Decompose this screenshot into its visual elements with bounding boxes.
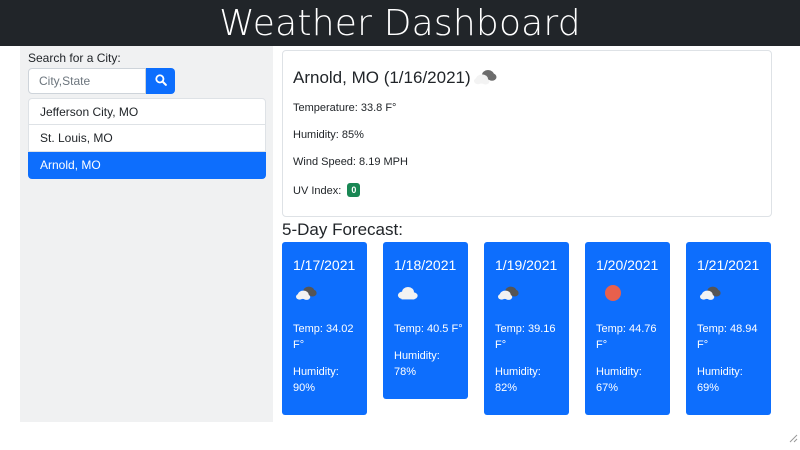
search-label: Search for a City: <box>28 51 121 65</box>
forecast-date: 1/17/2021 <box>293 257 356 273</box>
city-history-item-active[interactable]: Arnold, MO <box>28 152 266 179</box>
forecast-temp: Temp: 44.76 F° <box>596 323 657 351</box>
forecast-humidity: Humidity: 69% <box>697 366 743 394</box>
app-header: Weather Dashboard <box>0 0 800 46</box>
resize-grip-icon[interactable] <box>788 430 798 448</box>
search-button[interactable] <box>146 68 175 94</box>
forecast-humidity: Humidity: 67% <box>596 366 642 394</box>
city-search-input[interactable] <box>28 68 146 94</box>
current-uv-row: UV Index: 0 <box>293 183 361 197</box>
forecast-humidity: Humidity: 90% <box>293 366 339 394</box>
forecast-date: 1/18/2021 <box>394 257 457 273</box>
current-temperature: Temperature: 33.8 F° <box>293 102 397 114</box>
forecast-heading: 5-Day Forecast: <box>282 220 403 239</box>
city-history-item[interactable]: St. Louis, MO <box>28 125 266 152</box>
forecast-card: 1/17/2021 Temp: 34.02 F° Humidity: 90% <box>282 242 367 415</box>
sun-icon <box>603 283 623 308</box>
forecast-card: 1/19/2021 Temp: 39.16 F° Humidity: 82% <box>484 242 569 415</box>
broken-clouds-icon <box>495 282 523 309</box>
forecast-date: 1/19/2021 <box>495 257 558 273</box>
forecast-temp: Temp: 40.5 F° <box>394 323 463 335</box>
current-humidity: Humidity: 85% <box>293 129 364 141</box>
page-title: Weather Dashboard <box>219 2 581 44</box>
city-history-item[interactable]: Jefferson City, MO <box>28 98 266 125</box>
forecast-date: 1/21/2021 <box>697 257 760 273</box>
forecast-card: 1/21/2021 Temp: 48.94 F° Humidity: 69% <box>686 242 771 415</box>
cloud-icon <box>394 282 422 309</box>
city-history-list: Jefferson City, MO St. Louis, MO Arnold,… <box>28 98 266 179</box>
current-wind-speed: Wind Speed: 8.19 MPH <box>293 156 408 168</box>
forecast-temp: Temp: 34.02 F° <box>293 323 354 351</box>
forecast-temp: Temp: 39.16 F° <box>495 323 556 351</box>
search-icon <box>154 73 167 89</box>
forecast-temp: Temp: 48.94 F° <box>697 323 758 351</box>
forecast-humidity: Humidity: 82% <box>495 366 541 394</box>
sidebar: Search for a City: Jefferson City, MO St… <box>20 46 273 422</box>
uv-index-label: UV Index: <box>293 185 342 197</box>
forecast-humidity: Humidity: 78% <box>394 350 440 378</box>
uv-index-badge: 0 <box>347 183 361 197</box>
broken-clouds-icon <box>293 282 321 309</box>
current-city-title: Arnold, MO (1/16/2021) <box>293 68 471 87</box>
current-weather-card: Arnold, MO (1/16/2021) Temperature: 33.8… <box>282 50 772 217</box>
forecast-date: 1/20/2021 <box>596 257 659 273</box>
forecast-card: 1/18/2021 Temp: 40.5 F° Humidity: 78% <box>383 242 468 399</box>
forecast-card: 1/20/2021 Temp: 44.76 F° Humidity: 67% <box>585 242 670 415</box>
broken-clouds-icon <box>471 65 501 94</box>
broken-clouds-icon <box>697 282 725 309</box>
